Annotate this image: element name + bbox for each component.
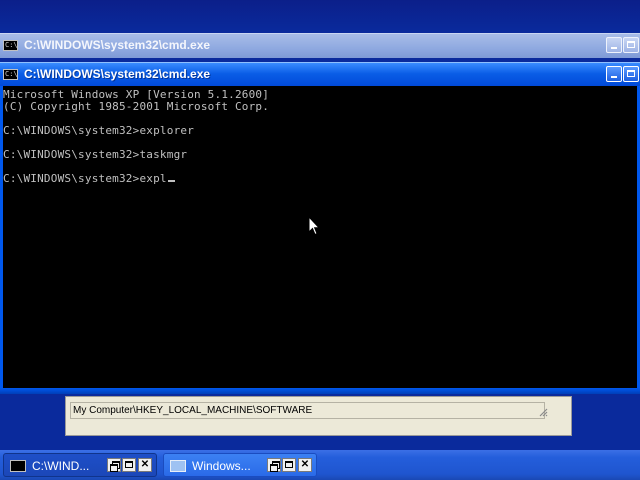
taskbar-button-label: Windows...: [192, 459, 251, 473]
background-window-titlebar[interactable]: C:\ C:\WINDOWS\system32\cmd.exe: [0, 33, 640, 58]
active-window-titlebar[interactable]: C:\ C:\WINDOWS\system32\cmd.exe: [0, 62, 640, 87]
mouse-pointer-icon: [308, 216, 320, 236]
text-cursor: [167, 180, 175, 182]
status-bar: My Computer\HKEY_LOCAL_MACHINE\SOFTWARE: [70, 402, 545, 419]
desktop-background: [0, 0, 640, 32]
maximize-button[interactable]: [623, 37, 639, 53]
active-window-title: C:\WINDOWS\system32\cmd.exe: [24, 67, 211, 81]
console-line: (C) Copyright 1985-2001 Microsoft Corp.: [3, 100, 270, 113]
minimize-icon: [611, 76, 617, 78]
minimize-icon: [611, 47, 617, 49]
resize-grip-icon[interactable]: [538, 407, 548, 417]
maximize-button[interactable]: [623, 66, 639, 82]
console-icon: C:\: [3, 40, 18, 51]
close-button[interactable]: ✕: [298, 458, 312, 472]
minimize-button[interactable]: [606, 37, 622, 53]
close-button[interactable]: ✕: [138, 458, 152, 472]
console-current-input: C:\WINDOWS\system32>expl: [3, 172, 167, 185]
taskbar-button-windows[interactable]: Windows... ✕: [163, 453, 317, 477]
registry-editor-window[interactable]: My Computer\HKEY_LOCAL_MACHINE\SOFTWARE: [65, 396, 572, 436]
minimize-button[interactable]: [606, 66, 622, 82]
console-icon: [10, 460, 26, 472]
restore-button[interactable]: [267, 458, 281, 472]
console-line: C:\WINDOWS\system32>taskmgr: [3, 148, 188, 161]
taskbar: C:\WIND... ✕ Windows... ✕: [0, 450, 640, 480]
restore-button[interactable]: [107, 458, 121, 472]
background-window-title: C:\WINDOWS\system32\cmd.exe: [24, 38, 211, 52]
console-prompt-line[interactable]: C:\WINDOWS\system32>expl: [3, 172, 175, 185]
window-icon: [170, 460, 186, 472]
maximize-button[interactable]: [282, 458, 296, 472]
maximize-button[interactable]: [122, 458, 136, 472]
console-icon: C:\: [3, 69, 18, 80]
maximize-icon: [627, 70, 635, 77]
window-bottom-border: [0, 388, 640, 394]
taskbar-button-label: C:\WIND...: [32, 459, 90, 473]
taskbar-button-cmd[interactable]: C:\WIND... ✕: [3, 453, 157, 477]
console-line: C:\WINDOWS\system32>explorer: [3, 124, 195, 137]
maximize-icon: [627, 41, 635, 48]
console-output-area[interactable]: Microsoft Windows XP [Version 5.1.2600] …: [0, 86, 640, 388]
